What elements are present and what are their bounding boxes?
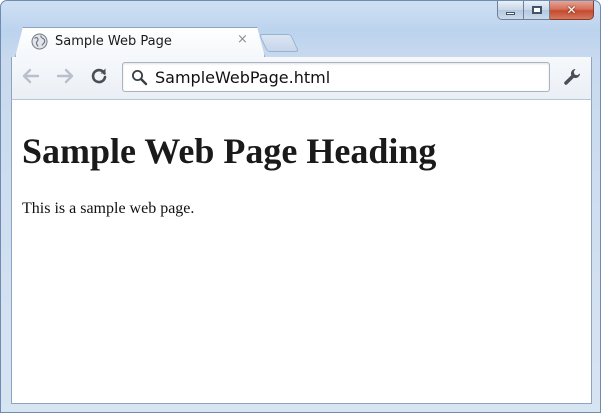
globe-icon bbox=[31, 33, 48, 50]
arrow-right-icon bbox=[56, 68, 74, 84]
window-caption-buttons: ✕ bbox=[497, 1, 594, 21]
page-paragraph: This is a sample web page. bbox=[22, 200, 195, 217]
address-bar[interactable]: SampleWebPage.html bbox=[122, 62, 550, 92]
settings-menu-button[interactable] bbox=[560, 65, 584, 89]
arrow-left-icon bbox=[22, 68, 40, 84]
reload-button[interactable] bbox=[88, 65, 110, 87]
wrench-icon bbox=[564, 68, 581, 85]
page-viewport: Sample Web Page Heading This is a sample… bbox=[11, 99, 592, 404]
forward-button[interactable] bbox=[54, 65, 76, 87]
close-window-button[interactable]: ✕ bbox=[550, 1, 594, 20]
close-icon: ✕ bbox=[566, 3, 577, 17]
maximize-icon bbox=[531, 6, 542, 14]
tab-close-button[interactable]: × bbox=[237, 32, 248, 47]
tab-title: Sample Web Page bbox=[55, 34, 172, 49]
search-icon bbox=[132, 70, 148, 86]
back-button[interactable] bbox=[20, 65, 42, 87]
browser-tab-content[interactable]: Sample Web Page × bbox=[15, 27, 265, 57]
minimize-button[interactable] bbox=[497, 1, 524, 20]
reload-icon bbox=[91, 68, 107, 84]
browser-window: ✕ Sample Web Page × SampleWebPage.html S… bbox=[0, 0, 601, 413]
maximize-button[interactable] bbox=[524, 1, 550, 20]
address-text[interactable]: SampleWebPage.html bbox=[155, 68, 330, 87]
minimize-icon bbox=[506, 11, 515, 15]
browser-toolbar: SampleWebPage.html bbox=[11, 57, 592, 99]
page-heading: Sample Web Page Heading bbox=[22, 131, 437, 171]
